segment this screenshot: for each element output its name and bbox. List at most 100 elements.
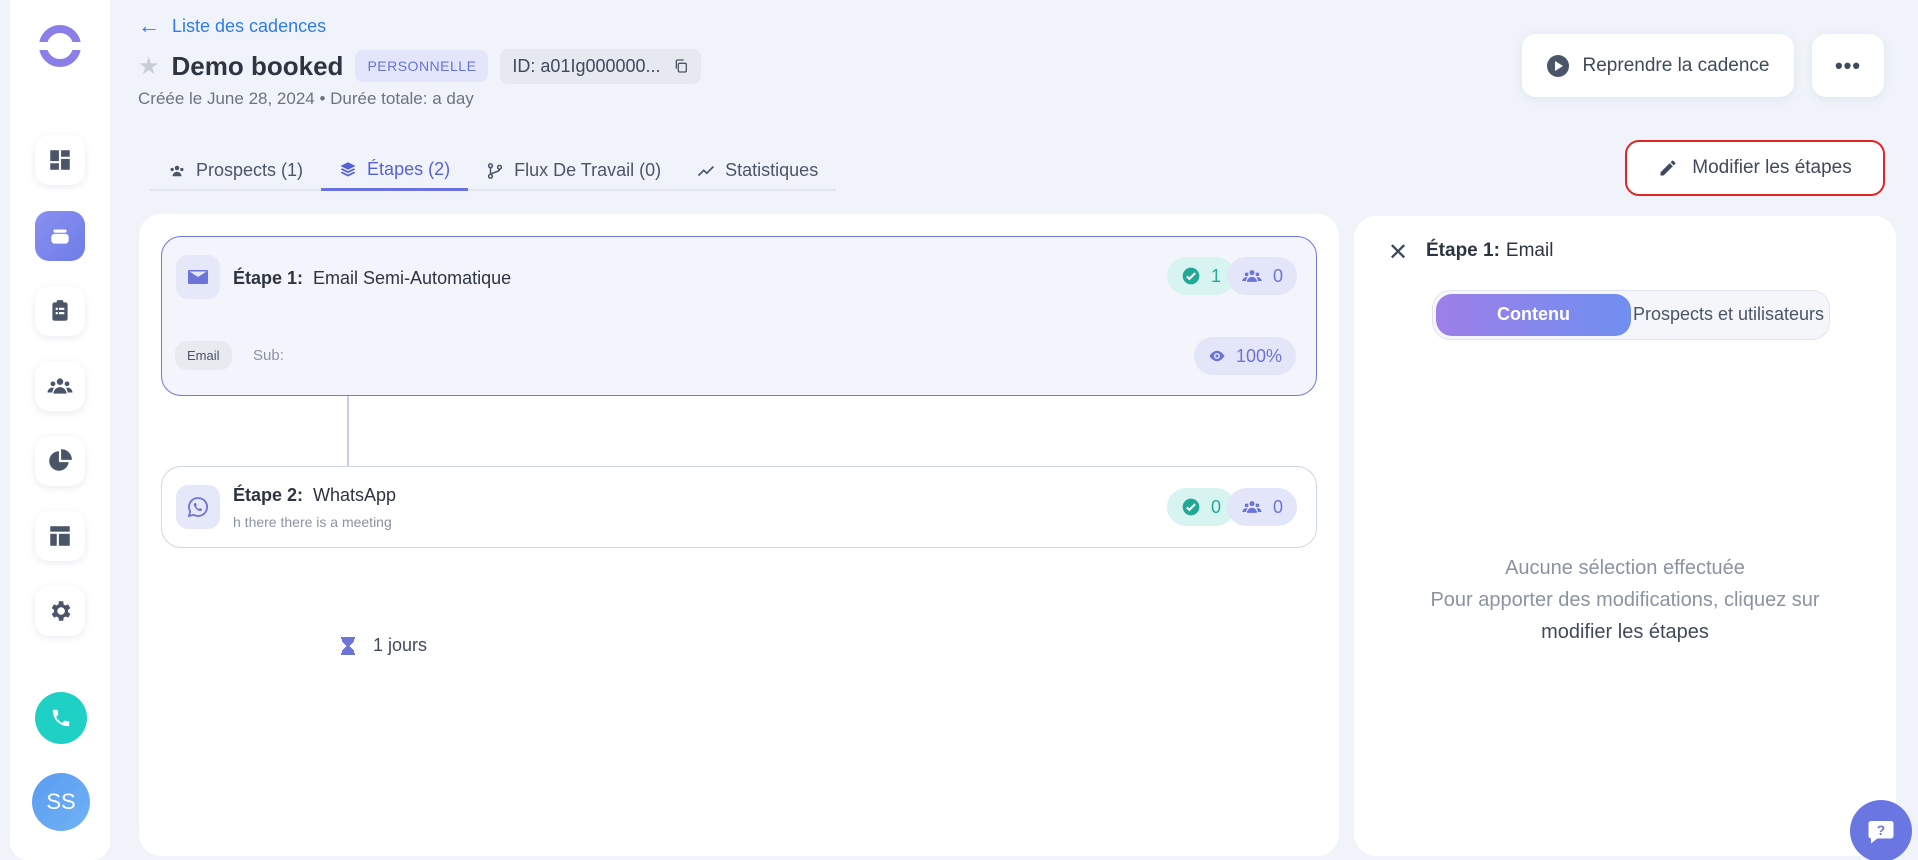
tab-statistics[interactable]: Statistiques	[679, 150, 836, 191]
completed-value: 1	[1211, 265, 1222, 286]
id-label: ID: a01Ig000000...	[512, 55, 661, 76]
sidebar-item-settings[interactable]	[35, 586, 85, 636]
people-icon	[1242, 270, 1262, 282]
whatsapp-icon	[187, 497, 208, 518]
check-circle-icon	[1182, 498, 1200, 516]
tab-etapes[interactable]: Étapes (2)	[321, 150, 469, 191]
layout-icon	[50, 526, 70, 546]
help-chat-icon: ?	[1868, 821, 1894, 844]
play-icon	[1546, 54, 1569, 77]
tab-label: Statistiques	[725, 160, 819, 180]
sidebar-item-reports[interactable]	[35, 436, 85, 486]
star-icon[interactable]: ★	[138, 52, 160, 81]
sidebar: SS	[10, 0, 110, 860]
step-title: Étape 2: WhatsApp	[233, 485, 396, 506]
trend-icon	[698, 165, 715, 176]
completed-value: 0	[1211, 496, 1222, 517]
layers-icon	[340, 162, 356, 177]
sidebar-item-templates[interactable]	[35, 511, 85, 561]
branch-icon	[487, 162, 503, 179]
people-count: 0	[1227, 488, 1298, 526]
open-rate-value: 100%	[1236, 345, 1283, 366]
close-icon[interactable]: ✕	[1388, 238, 1408, 267]
resume-cadence-button[interactable]: Reprendre la cadence	[1522, 34, 1794, 97]
step-name: Email Semi-Automatique	[313, 268, 512, 288]
stack-icon	[51, 229, 69, 244]
arrow-left-icon: ←	[138, 13, 160, 38]
step-description: h there there is a meeting	[233, 514, 392, 530]
step-prefix: Étape 2:	[233, 485, 304, 505]
cadence-meta: Créée le June 28, 2024 • Durée totale: a…	[138, 89, 474, 108]
envelope-icon	[188, 270, 208, 284]
avatar[interactable]: SS	[32, 773, 90, 831]
pie-chart-icon	[49, 449, 72, 471]
phone-icon	[52, 709, 70, 727]
check-circle-icon	[1182, 267, 1200, 285]
detail-title-prefix: Étape 1:	[1426, 240, 1500, 261]
modify-steps-link[interactable]: modifier les étapes	[1354, 616, 1896, 648]
modify-steps-label: Modifier les étapes	[1692, 157, 1852, 178]
more-options-button[interactable]: •••	[1812, 34, 1884, 97]
tab-label: Flux De Travail (0)	[514, 160, 662, 180]
hourglass-icon	[341, 636, 355, 655]
clipboard-list-icon	[52, 300, 68, 321]
gear-icon	[51, 601, 71, 621]
steps-panel: Étape 1: Email Semi-Automatique 1 0 Email…	[139, 214, 1339, 856]
step-card-2[interactable]: Étape 2: WhatsApp h there there is a meet…	[161, 466, 1317, 548]
modify-steps-button[interactable]: Modifier les étapes	[1625, 140, 1885, 196]
phone-button[interactable]	[35, 692, 87, 744]
empty-state-text: Pour apporter des modifications, cliquez…	[1430, 589, 1820, 611]
sidebar-item-cadences[interactable]	[35, 211, 85, 261]
detail-title: Étape 1: Email	[1426, 240, 1553, 262]
empty-state: Aucune sélection effectuée Pour apporter…	[1354, 552, 1896, 648]
toggle-content[interactable]: Contenu	[1436, 294, 1631, 336]
page-title: Demo booked	[171, 50, 344, 81]
detail-title-name: Email	[1505, 240, 1554, 261]
step-card-1[interactable]: Étape 1: Email Semi-Automatique 1 0 Email…	[161, 236, 1317, 396]
title-row: ★ Demo booked PERSONNELLE ID: a01Ig00000…	[138, 48, 701, 84]
dashboard-icon	[50, 150, 70, 170]
completed-count: 0	[1167, 488, 1236, 526]
tab-workflows[interactable]: Flux De Travail (0)	[468, 150, 679, 191]
channel-tag: Email	[175, 341, 232, 370]
id-badge: ID: a01Ig000000...	[500, 48, 701, 84]
toggle-prospects-users[interactable]: Prospects et utilisateurs	[1631, 294, 1826, 336]
tab-label: Étapes (2)	[367, 158, 451, 179]
tab-prospects[interactable]: Prospects (1)	[150, 150, 321, 191]
logo[interactable]	[36, 22, 84, 70]
people-value: 0	[1273, 496, 1284, 517]
tabs: Prospects (1) Étapes (2) Flux De Travail…	[150, 150, 837, 191]
empty-state-title: Aucune sélection effectuée	[1505, 557, 1745, 579]
step-prefix: Étape 1:	[233, 268, 304, 288]
step-delay: 1 jours	[341, 635, 427, 656]
back-link-label: Liste des cadences	[172, 15, 327, 36]
completed-count: 1	[1167, 257, 1236, 295]
svg-text:?: ?	[1877, 823, 1885, 838]
people-icon	[170, 165, 184, 176]
people-value: 0	[1273, 265, 1284, 286]
step-type-icon	[176, 485, 220, 529]
step-type-icon	[176, 255, 220, 299]
timeline-connector	[347, 396, 349, 470]
type-badge: PERSONNELLE	[355, 50, 489, 82]
back-link[interactable]: ← Liste des cadences	[138, 15, 326, 37]
delay-label: 1 jours	[373, 635, 428, 655]
people-count: 0	[1227, 257, 1298, 295]
eye-icon	[1209, 350, 1225, 362]
resume-cadence-label: Reprendre la cadence	[1582, 54, 1770, 76]
tab-label: Prospects (1)	[196, 160, 304, 180]
step-name: WhatsApp	[313, 485, 397, 505]
copy-icon[interactable]	[673, 58, 689, 74]
people-icon	[1242, 501, 1262, 513]
open-rate-badge: 100%	[1194, 337, 1297, 375]
people-icon	[47, 378, 73, 394]
help-button[interactable]: ?	[1850, 800, 1912, 860]
content-toggle: Contenu Prospects et utilisateurs	[1432, 290, 1830, 340]
pencil-icon	[1660, 160, 1676, 176]
subject-label: Sub:	[253, 347, 284, 364]
step-detail-panel: ✕ Étape 1: Email Contenu Prospects et uti…	[1354, 216, 1896, 856]
sidebar-item-people[interactable]	[35, 361, 85, 411]
sidebar-item-tasks[interactable]	[35, 286, 85, 336]
sidebar-item-dashboard[interactable]	[35, 135, 85, 185]
step-title: Étape 1: Email Semi-Automatique	[233, 268, 511, 289]
